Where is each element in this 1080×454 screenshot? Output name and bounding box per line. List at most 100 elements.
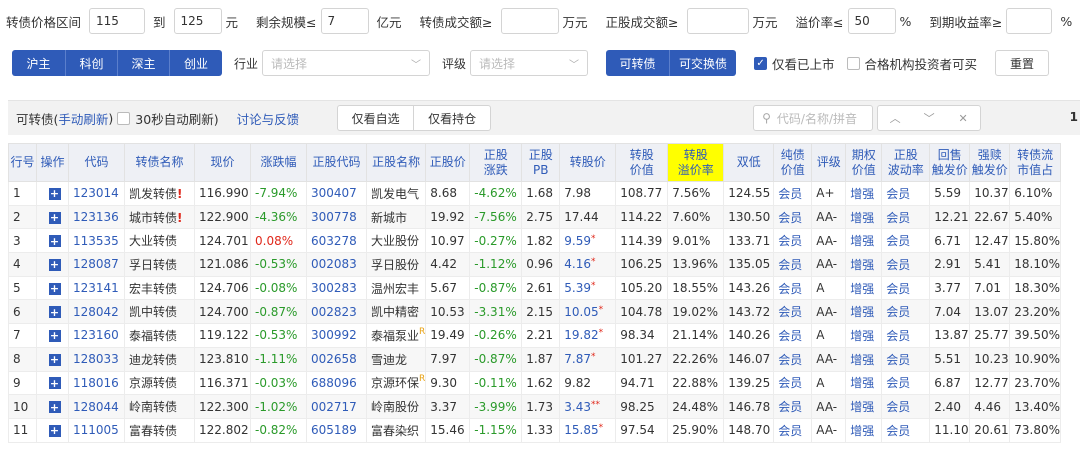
bond-value-member-link[interactable]: 会员 — [773, 346, 813, 372]
column-header-change[interactable]: 涨跌幅 — [250, 143, 307, 182]
bond-code-cell[interactable]: 123160 — [68, 323, 125, 348]
volatility-member-link[interactable]: 会员 — [881, 181, 931, 206]
option-value-link[interactable]: 增强 — [845, 417, 883, 443]
bond-code-cell[interactable]: 111005 — [68, 417, 125, 443]
bond-name-cell[interactable]: 岭南转债 — [124, 394, 195, 419]
chevron-up-icon[interactable]: ︿ — [878, 106, 912, 130]
tab-holdings[interactable]: 仅看持仓 — [414, 106, 490, 130]
bond-code-cell[interactable]: 128087 — [68, 252, 125, 277]
discuss-feedback-link[interactable]: 讨论与反馈 — [237, 109, 300, 128]
table-row[interactable]: 7 +123160 泰福转债 119.122 -0.53% 300992 泰福泵业R 19.4… — [8, 323, 1062, 348]
table-row[interactable]: 1 +123014 凯发转债! 116.990 -7.94% 300407 凯发电气 8.68… — [8, 181, 1062, 206]
table-row[interactable]: 2 +123136 城市转债! 122.900 -4.36% 300778 新城市 19.92… — [8, 204, 1062, 230]
column-header-put-trigger[interactable]: 回售 触发价 — [929, 143, 971, 182]
price-min-input[interactable]: 115 — [89, 8, 146, 34]
column-header-code[interactable]: 代码 — [68, 143, 125, 182]
price-max-input[interactable]: 125 — [173, 8, 222, 34]
add-watchlist-icon[interactable]: + — [48, 187, 61, 200]
stock-code-cell[interactable]: 688096 — [306, 370, 367, 396]
option-value-link[interactable]: 增强 — [845, 275, 883, 301]
stock-code-cell[interactable]: 002717 — [306, 394, 367, 419]
column-header-conv-premium[interactable]: 转股 溢价率 — [667, 143, 725, 182]
column-header-rating[interactable]: 评级 — [811, 143, 847, 182]
bond-code-cell[interactable]: 128044 — [68, 394, 125, 419]
bond-code-cell[interactable]: 113535 — [68, 228, 125, 254]
bond-value-member-link[interactable]: 会员 — [773, 323, 813, 348]
stock-code-cell[interactable]: 300992 — [306, 323, 367, 348]
add-watchlist-icon[interactable]: + — [48, 353, 61, 366]
bond-name-cell[interactable]: 大业转债 — [124, 228, 195, 254]
column-header-stock-change[interactable]: 正股 涨跌 — [469, 143, 523, 182]
listed-only-checkbox[interactable]: ✓ 仅看已上市 — [754, 54, 835, 73]
add-watchlist-icon[interactable]: + — [48, 306, 61, 319]
auto-refresh-checkbox[interactable] — [117, 111, 131, 125]
stock-code-cell[interactable]: 300407 — [306, 181, 367, 206]
bond-name-cell[interactable]: 孚日转债 — [124, 252, 195, 277]
column-header-stock-code[interactable]: 正股代码 — [306, 143, 367, 182]
add-watchlist-icon[interactable]: + — [48, 258, 61, 271]
option-value-link[interactable]: 增强 — [845, 299, 883, 325]
stock-code-cell[interactable]: 603278 — [306, 228, 367, 254]
tab-watchlist[interactable]: 仅看自选 — [338, 106, 415, 130]
column-header-conv-price[interactable]: 转股价 — [559, 143, 617, 182]
industry-select[interactable]: 请选择 ﹀ — [262, 50, 431, 76]
bond-value-member-link[interactable]: 会员 — [773, 417, 813, 443]
add-watchlist-icon[interactable]: + — [48, 424, 61, 437]
bond-name-cell[interactable]: 迪龙转债 — [124, 346, 195, 372]
volatility-member-link[interactable]: 会员 — [881, 323, 931, 348]
bond-code-cell[interactable]: 128042 — [68, 299, 125, 325]
option-value-link[interactable]: 增强 — [845, 370, 883, 396]
stock-code-cell[interactable]: 002083 — [306, 252, 367, 277]
chevron-down-icon[interactable]: ﹀ — [912, 106, 946, 130]
column-header-conv-value[interactable]: 转股 价值 — [615, 143, 669, 182]
add-watchlist-icon[interactable]: + — [48, 329, 61, 342]
stock-code-cell[interactable]: 002658 — [306, 346, 367, 372]
column-header-stock-pb[interactable]: 正股 PB — [521, 143, 561, 182]
volatility-member-link[interactable]: 会员 — [881, 252, 931, 277]
stock-turnover-input[interactable] — [686, 8, 749, 34]
column-header-bond-name[interactable]: 转债名称 — [124, 143, 195, 182]
bond-name-cell[interactable]: 宏丰转债 — [124, 275, 195, 301]
market-button-star[interactable]: 科创 — [66, 50, 118, 76]
bond-name-cell[interactable]: 富春转债 — [124, 417, 195, 443]
column-header-price[interactable]: 现价 — [194, 143, 251, 182]
bond-value-member-link[interactable]: 会员 — [773, 228, 813, 254]
option-value-link[interactable]: 增强 — [845, 252, 883, 277]
column-header-stock-name[interactable]: 正股名称 — [365, 143, 427, 182]
volatility-member-link[interactable]: 会员 — [881, 417, 931, 443]
type-button-exchangeable[interactable]: 可交换债 — [670, 50, 737, 76]
stock-code-cell[interactable]: 605189 — [306, 417, 367, 443]
column-header-call-trigger[interactable]: 强赎 触发价 — [969, 143, 1011, 182]
market-button-shenzhen-main[interactable]: 深主 — [118, 50, 170, 76]
volatility-member-link[interactable]: 会员 — [881, 299, 931, 325]
type-button-convertible[interactable]: 可转债 — [606, 50, 671, 76]
table-row[interactable]: 3 +113535 大业转债 124.701 0.08% 603278 大业股份 10.97-… — [8, 228, 1062, 254]
bond-code-cell[interactable]: 123014 — [68, 181, 125, 206]
bond-value-member-link[interactable]: 会员 — [773, 370, 813, 396]
table-row[interactable]: 6 +128042 凯中转债 124.700 -0.87% 002823 凯中精密 10.53… — [8, 299, 1062, 325]
column-header-float-ratio[interactable]: 转债流 市值占 — [1009, 143, 1062, 182]
stock-code-cell[interactable]: 300778 — [306, 204, 367, 230]
volatility-member-link[interactable]: 会员 — [881, 228, 931, 254]
column-header-option-value[interactable]: 期权 价值 — [845, 143, 883, 182]
market-button-shanghai-main[interactable]: 沪主 — [12, 50, 66, 76]
close-icon[interactable]: ✕ — [946, 106, 980, 130]
table-row[interactable]: 9 +118016 京源转债 116.371 -0.03% 688096 京源环保R 9.30… — [8, 370, 1062, 396]
add-watchlist-icon[interactable]: + — [48, 282, 61, 295]
bond-name-cell[interactable]: 泰福转债 — [124, 323, 195, 348]
remaining-scale-input[interactable]: 7 — [320, 8, 369, 34]
option-value-link[interactable]: 增强 — [845, 228, 883, 254]
bond-code-cell[interactable]: 123141 — [68, 275, 125, 301]
table-row[interactable]: 10 +128044 岭南转债 122.300 -1.02% 002717 岭南股份 3.37… — [8, 394, 1062, 419]
bond-name-cell[interactable]: 凯发转债! — [124, 181, 195, 206]
bond-code-cell[interactable]: 118016 — [68, 370, 125, 396]
bond-name-cell[interactable]: 京源转债 — [124, 370, 195, 396]
option-value-link[interactable]: 增强 — [845, 346, 883, 372]
bond-value-member-link[interactable]: 会员 — [773, 299, 813, 325]
bond-code-cell[interactable]: 123136 — [68, 204, 125, 230]
bond-value-member-link[interactable]: 会员 — [773, 252, 813, 277]
rating-select[interactable]: 请选择 ﹀ — [470, 50, 589, 76]
option-value-link[interactable]: 增强 — [845, 394, 883, 419]
column-header-action[interactable]: 操作 — [36, 143, 69, 182]
add-watchlist-icon[interactable]: + — [48, 235, 61, 248]
